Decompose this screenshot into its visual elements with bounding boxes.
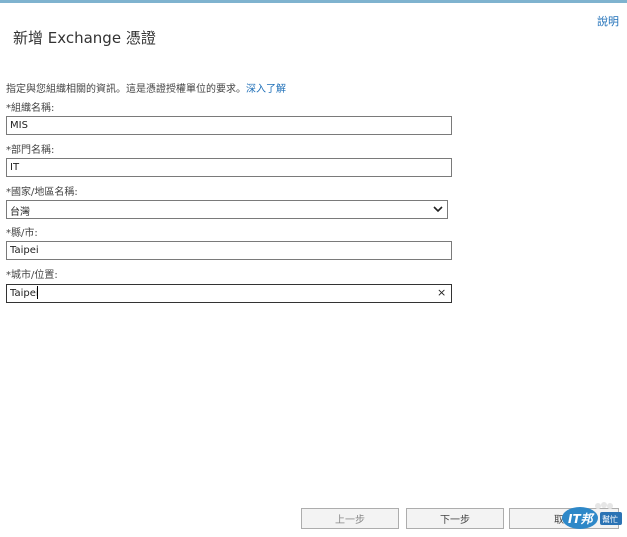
state-input[interactable] — [6, 241, 452, 260]
text-caret — [37, 286, 38, 299]
organization-input[interactable] — [6, 116, 452, 135]
back-button[interactable]: 上一步 — [301, 508, 399, 529]
intro-description: 指定與您組織相關的資訊。這是憑證授權單位的要求。 — [6, 84, 246, 95]
country-select-value: 台灣 — [10, 207, 30, 218]
department-input[interactable] — [6, 158, 452, 177]
state-label: *縣/市: — [6, 228, 38, 239]
next-button[interactable]: 下一步 — [406, 508, 504, 529]
top-accent-rule — [0, 0, 627, 3]
page-title: 新增 Exchange 憑證 — [13, 29, 156, 47]
chevron-down-icon — [433, 206, 443, 213]
svg-text:幫忙: 幫忙 — [602, 514, 618, 524]
city-input[interactable] — [6, 284, 452, 303]
help-link[interactable]: 說明 — [597, 13, 619, 29]
ithome-logo-icon: IT邦 幫忙 — [562, 502, 622, 529]
country-select[interactable]: 台灣 — [6, 200, 448, 219]
city-label: *城市/位置: — [6, 270, 58, 281]
country-label: *國家/地區名稱: — [6, 187, 78, 198]
svg-text:IT邦: IT邦 — [568, 512, 596, 526]
clear-icon[interactable]: × — [437, 287, 446, 298]
organization-label: *組織名稱: — [6, 103, 55, 114]
learn-more-link[interactable]: 深入了解 — [246, 84, 286, 95]
intro-text: 指定與您組織相關的資訊。這是憑證授權單位的要求。深入了解 — [6, 80, 286, 95]
department-label: *部門名稱: — [6, 145, 55, 156]
